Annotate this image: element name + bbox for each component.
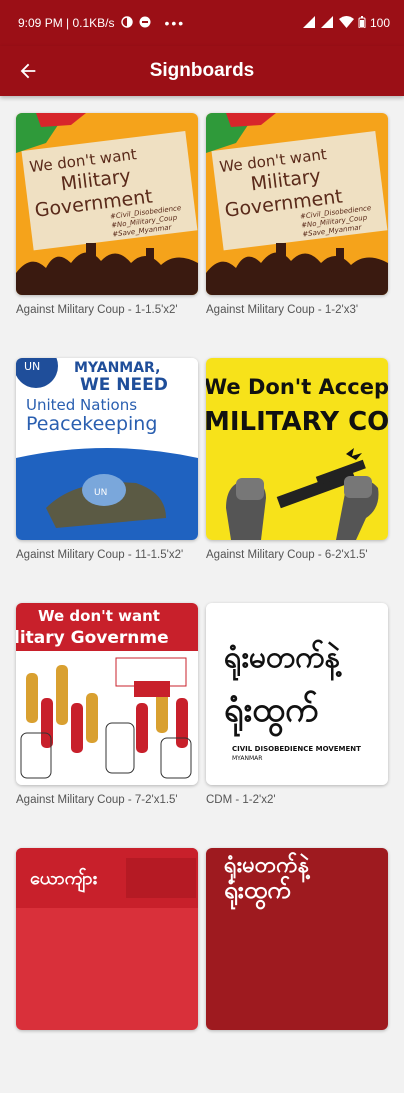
back-arrow-icon (20, 63, 36, 79)
signboard-card[interactable]: We don't want Military Government #Civil… (206, 113, 388, 358)
status-bar: 9:09 PM | 0.1KB/s ••• 100 (0, 0, 404, 46)
signboard-thumbnail[interactable]: UN MYANMAR, WE NEED United Nations Peace… (16, 358, 198, 540)
poster-line: United Nations (26, 396, 137, 414)
signboard-card[interactable]: UN MYANMAR, WE NEED United Nations Peace… (16, 358, 198, 603)
poster-line: WE NEED (80, 375, 168, 395)
more-notifications-icon: ••• (164, 15, 186, 31)
signboard-card[interactable]: ရုံးမတက်နဲ့ ရုံးထွက် CIVIL DISOBEDIENCE … (206, 603, 388, 848)
signboard-card[interactable]: We don't want litary Governme Against Mi… (16, 603, 198, 848)
poster-line: MYANMAR, (74, 360, 160, 376)
signboard-thumbnail[interactable]: ရုံးမတက်နဲ့ ရုံးထွက် (206, 848, 388, 1030)
signboard-caption: Against Military Coup - 7-2'x1.5' (16, 794, 178, 806)
signboard-card[interactable]: ယောကျ်ား (16, 848, 198, 1093)
signboard-card[interactable]: We don't want Military Government #Civil… (16, 113, 198, 358)
signboard-thumbnail[interactable]: We don't want Military Government #Civil… (206, 113, 388, 295)
poster-line: ရုံးထွက် (224, 690, 318, 737)
signboard-thumbnail[interactable]: We Don't Accep MILITARY COU (206, 358, 388, 540)
signboard-caption: Against Military Coup - 1-1.5'x2' (16, 304, 178, 316)
app-bar: Signboards (0, 46, 404, 96)
data-saver-icon (120, 15, 133, 31)
poster-line: We Don't Accep (206, 375, 388, 399)
signboard-thumbnail[interactable]: ရုံးမတက်နဲ့ ရုံးထွက် CIVIL DISOBEDIENCE … (206, 603, 388, 785)
page-title: Signboards (149, 60, 255, 81)
signboard-caption: CDM - 1-2'x2' (206, 794, 276, 806)
helmet-label: UN (94, 488, 107, 498)
signboard-card[interactable]: We Don't Accep MILITARY COU Against Mili… (206, 358, 388, 603)
poster-subtitle: MYANMAR (232, 755, 262, 762)
back-button[interactable] (0, 46, 56, 96)
battery-icon (358, 15, 366, 31)
signboard-caption: Against Military Coup - 6-2'x1.5' (206, 549, 368, 561)
poster-line: litary Governme (16, 628, 169, 648)
signboard-grid: We don't want Military Government #Civil… (16, 113, 389, 1093)
signboard-thumbnail[interactable]: ယောကျ်ား (16, 848, 198, 1030)
poster-subtitle: CIVIL DISOBEDIENCE MOVEMENT (232, 745, 361, 753)
battery-level: 100 (369, 16, 390, 30)
un-badge: UN (24, 360, 40, 373)
poster-line: Peacekeeping (26, 413, 157, 435)
signal-icon-2 (320, 15, 335, 31)
signboard-card[interactable]: ရုံးမတက်နဲ့ ရုံးထွက် (206, 848, 388, 1093)
signal-icon (302, 15, 317, 31)
poster-line: MILITARY COU (206, 407, 388, 437)
poster-line: We don't want (38, 607, 160, 625)
signboard-caption: Against Military Coup - 1-2'x3' (206, 304, 359, 316)
signboard-thumbnail[interactable]: We don't want Military Government #Civil… (16, 113, 198, 295)
dnd-icon (139, 16, 151, 31)
signboard-caption: Against Military Coup - 11-1.5'x2' (16, 549, 184, 561)
status-time: 9:09 PM | 0.1KB/s (18, 16, 115, 30)
wifi-icon (338, 15, 354, 31)
signboard-thumbnail[interactable]: We don't want litary Governme (16, 603, 198, 785)
